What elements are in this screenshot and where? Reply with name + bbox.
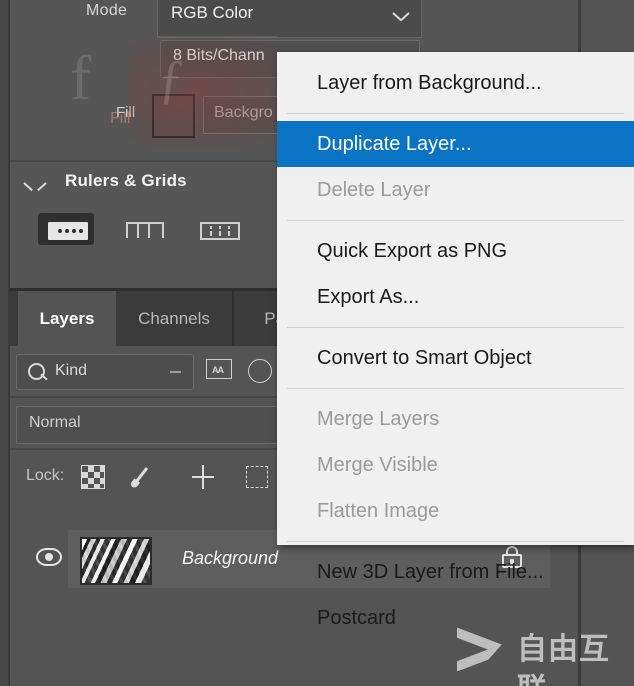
menu-separator (287, 541, 624, 542)
grid-icon (126, 222, 164, 238)
tab-channels[interactable]: Channels (116, 291, 234, 346)
options-hairline (157, 36, 277, 38)
chevron-down-icon (393, 8, 409, 24)
layer-context-menu: Layer from Background... Duplicate Layer… (277, 52, 634, 629)
background-contents-value: Backgro (214, 104, 273, 121)
lock-label: Lock: (26, 467, 65, 484)
filter-adjustment-button[interactable] (248, 359, 276, 383)
menu-item-duplicate-layer[interactable]: Duplicate Layer... (277, 121, 634, 167)
ghost-script-f-glyph: ƒ (158, 49, 185, 109)
ghost-f-glyph: f (70, 42, 92, 113)
screenshot-root: Mode RGB Color 8 Bits/Chann Fill Backgro… (0, 0, 634, 686)
chevron-down-icon[interactable] (24, 174, 46, 196)
ghost-fill-label: Fill (110, 110, 131, 127)
guides-icon (200, 222, 240, 240)
filter-adjustment-icon (248, 359, 272, 383)
x-logo-icon (455, 632, 513, 670)
menu-separator (287, 220, 624, 221)
watermark-text: 自由互联 (517, 632, 610, 686)
layer-name-label: Background (182, 548, 279, 568)
menu-separator (287, 113, 624, 114)
layer-thumbnail[interactable] (80, 537, 152, 585)
menu-separator (287, 388, 624, 389)
menu-item-layer-from-background[interactable]: Layer from Background... (277, 60, 634, 106)
rulers-grids-icon-row (38, 213, 258, 249)
lock-position-button[interactable] (188, 462, 218, 492)
menu-item-merge-visible: Merge Visible (317, 454, 438, 476)
bit-depth-value: 8 Bits/Chann (173, 47, 265, 64)
lock-image-pixels-button[interactable] (134, 462, 164, 492)
mode-label: Mode (86, 2, 128, 19)
rulers-icon-button[interactable] (38, 213, 94, 245)
guides-icon-button[interactable] (190, 213, 246, 245)
filter-kind-label: Kind (55, 362, 88, 379)
grid-icon-button[interactable] (114, 213, 170, 245)
lock-artboard-nesting-button[interactable] (242, 462, 272, 492)
rulers-grids-title: Rulers & Grids (65, 171, 187, 190)
color-mode-value: RGB Color (171, 3, 254, 22)
menu-item-new-3d-layer-from-file[interactable]: New 3D Layer from File... (277, 549, 634, 595)
filter-kind-dropdown[interactable]: Kind (16, 354, 194, 390)
lock-transparent-pixels-button[interactable] (78, 462, 108, 492)
menu-item-convert-to-smart-object[interactable]: Convert to Smart Object (277, 335, 634, 381)
eye-icon[interactable] (36, 548, 62, 566)
rulers-icon (48, 222, 88, 240)
tab-layers[interactable]: Layers (18, 291, 116, 346)
menu-item-quick-export-as-png[interactable]: Quick Export as PNG (277, 228, 634, 274)
blend-mode-dropdown[interactable]: Normal (16, 406, 288, 444)
lock-artboard-nesting-icon (246, 466, 268, 488)
watermark: 自由互联 (455, 628, 630, 686)
menu-item-merge-layers: Merge Layers (317, 408, 440, 430)
tab-layers-label: Layers (39, 308, 95, 328)
lock-position-icon (192, 465, 214, 489)
menu-item-export-as[interactable]: Export As... (277, 274, 634, 320)
filter-type-icon: AA (206, 359, 232, 379)
filter-type-glyph: AA (212, 365, 224, 375)
lock-image-pixels-icon (134, 466, 149, 484)
chevron-down-icon (170, 371, 181, 373)
menu-separator (287, 327, 624, 328)
lock-transparent-pixels-icon (81, 465, 105, 489)
search-icon (28, 363, 45, 380)
menu-top-padding (277, 52, 634, 60)
blend-mode-value: Normal (29, 414, 81, 431)
filter-type-button[interactable]: AA (206, 359, 234, 381)
tab-channels-label: Channels (138, 308, 210, 328)
menu-item-delete-layer: Delete Layer (317, 179, 431, 201)
left-dock-edge (0, 0, 8, 686)
menu-item-flatten-image: Flatten Image (317, 500, 440, 522)
color-mode-dropdown[interactable]: RGB Color (157, 0, 422, 38)
